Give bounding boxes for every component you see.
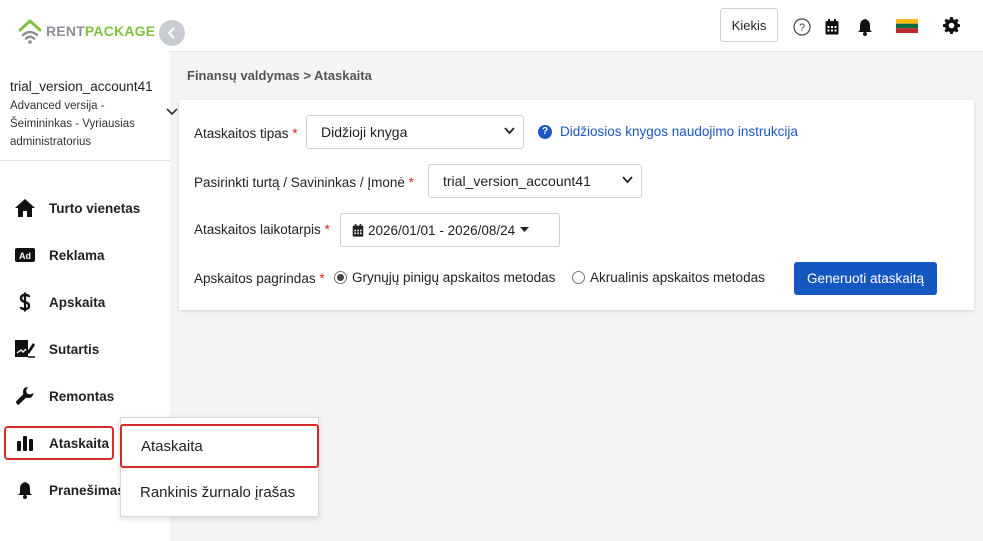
sidebar-item-label: Sutartis [49, 341, 100, 357]
sidebar-item-label: Turto vienetas [49, 200, 141, 216]
kiekis-button[interactable]: Kiekis [720, 8, 778, 42]
sidebar-collapse-button[interactable] [159, 20, 185, 46]
generate-report-button[interactable]: Generuoti ataskaitą [794, 262, 937, 295]
wrench-icon [14, 386, 36, 406]
submenu-item-ataskaita[interactable]: Ataskaita [120, 424, 319, 468]
sidebar-item-label: Pranešimas [49, 482, 125, 498]
account-role: Advanced versija - Šeimininkas - Vyriaus… [10, 100, 135, 148]
account-name: trial_version_account41 [10, 79, 153, 94]
ad-icon: Ad [14, 248, 36, 262]
lithuania-flag-icon[interactable] [896, 19, 918, 38]
report-type-label: Ataskaitos tipas * [194, 126, 298, 141]
cash-basis-radio[interactable] [334, 271, 347, 284]
account-switcher[interactable]: trial_version_account41 Advanced versija… [10, 79, 170, 151]
top-bar: Kiekis ? [170, 0, 983, 52]
chevron-down-icon[interactable] [166, 108, 178, 116]
dollar-icon [14, 292, 36, 312]
brand-logo[interactable]: RENTPACKAGE [18, 18, 155, 44]
ataskaita-submenu: Ataskaita Rankinis žurnalo įrašas [120, 417, 319, 517]
svg-text:?: ? [799, 22, 805, 34]
sidebar-item-reklama[interactable]: Ad Reklama [14, 238, 105, 272]
sidebar-divider [0, 160, 170, 161]
brand-name: RENTPACKAGE [46, 23, 156, 39]
home-icon [14, 198, 36, 218]
submenu-item-manual-journal-entry[interactable]: Rankinis žurnalo įrašas [121, 470, 318, 514]
caret-down-icon [520, 227, 530, 232]
sidebar-item-pranesimas[interactable]: Pranešimas [14, 473, 125, 507]
sidebar-item-label: Remontas [49, 388, 115, 404]
cash-basis-radio-option[interactable]: Grynųjų pinigų apskaitos metodas [334, 270, 555, 285]
breadcrumb: Finansų valdymas > Ataskaita [187, 68, 372, 83]
cash-basis-label: Grynųjų pinigų apskaitos metodas [352, 270, 556, 285]
accrual-basis-radio-option[interactable]: Akrualinis apskaitos metodas [572, 270, 765, 285]
question-circle-icon: ? [538, 124, 552, 139]
sidebar-item-turto-vienetas[interactable]: Turto vienetas [14, 191, 140, 225]
svg-text:Ad: Ad [19, 251, 31, 261]
sidebar-item-apskaita[interactable]: Apskaita [14, 285, 105, 319]
chevron-left-icon [167, 27, 175, 39]
active-item-highlight [4, 426, 114, 460]
report-period-label: Ataskaitos laikotarpis * [194, 222, 330, 237]
accrual-basis-label: Akrualinis apskaitos metodas [590, 270, 765, 285]
settings-gear-icon[interactable] [943, 17, 960, 39]
chevron-down-icon [504, 127, 515, 135]
accounting-basis-label: Apskaitos pagrindas * [194, 271, 325, 286]
sidebar-item-label: Apskaita [49, 294, 106, 310]
calendar-icon[interactable] [825, 19, 839, 40]
help-icon[interactable]: ? [793, 18, 811, 41]
wifi-house-logo-icon [18, 19, 42, 44]
calendar-icon [352, 223, 364, 237]
accrual-basis-radio[interactable] [572, 271, 585, 284]
report-period-daterange[interactable]: 2026/01/01 - 2026/08/24 [340, 213, 560, 247]
asset-owner-company-select[interactable]: trial_version_account41 [428, 164, 642, 198]
contract-sign-icon [14, 339, 36, 359]
sidebar-item-sutartis[interactable]: Sutartis [14, 332, 99, 366]
notifications-bell-icon[interactable] [857, 18, 873, 41]
report-form-card: Ataskaitos tipas * Didžioji knyga ? Didž… [179, 100, 974, 310]
help-instructions-link[interactable]: ? Didžiosios knygos naudojimo instrukcij… [538, 124, 798, 139]
asset-owner-company-label: Pasirinkti turtą / Savininkas / Įmonė * [194, 175, 414, 190]
chevron-down-icon [622, 176, 633, 184]
sidebar-item-label: Reklama [49, 247, 105, 263]
bell-icon [14, 481, 36, 499]
report-type-select[interactable]: Didžioji knyga [306, 115, 524, 149]
sidebar-item-remontas[interactable]: Remontas [14, 379, 114, 413]
